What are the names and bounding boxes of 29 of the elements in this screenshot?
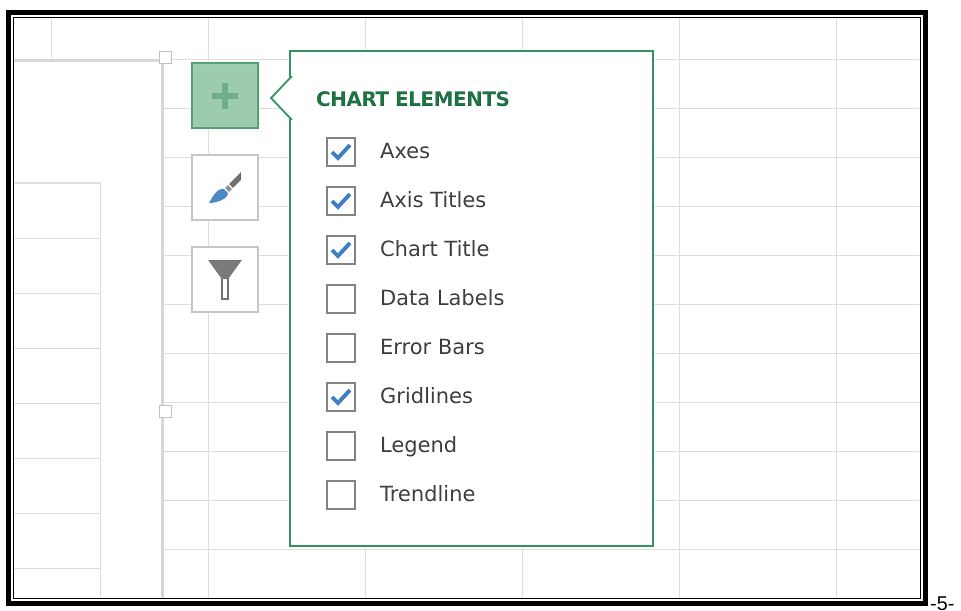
checkbox-label: Trendline: [380, 480, 476, 508]
resize-handle[interactable]: [159, 51, 172, 64]
page-number: -5-: [930, 592, 954, 611]
checkbox-label: Error Bars: [380, 334, 485, 361]
chart-filter-button[interactable]: [191, 246, 259, 313]
checkbox-label: Data Labels: [380, 284, 504, 312]
checkmark-icon: [330, 388, 352, 406]
paintbrush-icon: [207, 170, 243, 206]
resize-handle[interactable]: [159, 405, 172, 418]
checkbox[interactable]: [326, 136, 356, 166]
checkbox[interactable]: [326, 480, 356, 510]
chart-style-button[interactable]: [191, 154, 259, 221]
checkbox[interactable]: [326, 382, 356, 412]
filter-icon: [208, 260, 242, 300]
checkmark-icon: [330, 192, 352, 210]
checkbox-label: Axis Titles: [380, 186, 486, 214]
flyout-title: CHART ELEMENTS: [316, 86, 510, 112]
checkbox[interactable]: [326, 430, 356, 460]
checkbox[interactable]: [326, 234, 356, 264]
checkbox[interactable]: [326, 186, 356, 216]
checkbox-label: Chart Title: [380, 236, 490, 263]
checkbox[interactable]: [326, 284, 356, 314]
checkmark-icon: [330, 240, 352, 258]
checkbox-label: Legend: [380, 432, 458, 459]
checkbox-label: Gridlines: [380, 382, 473, 410]
plus-icon: [212, 82, 238, 108]
checkbox-label: Axes: [380, 138, 430, 165]
checkmark-icon: [330, 142, 352, 160]
checkbox[interactable]: [326, 332, 356, 362]
